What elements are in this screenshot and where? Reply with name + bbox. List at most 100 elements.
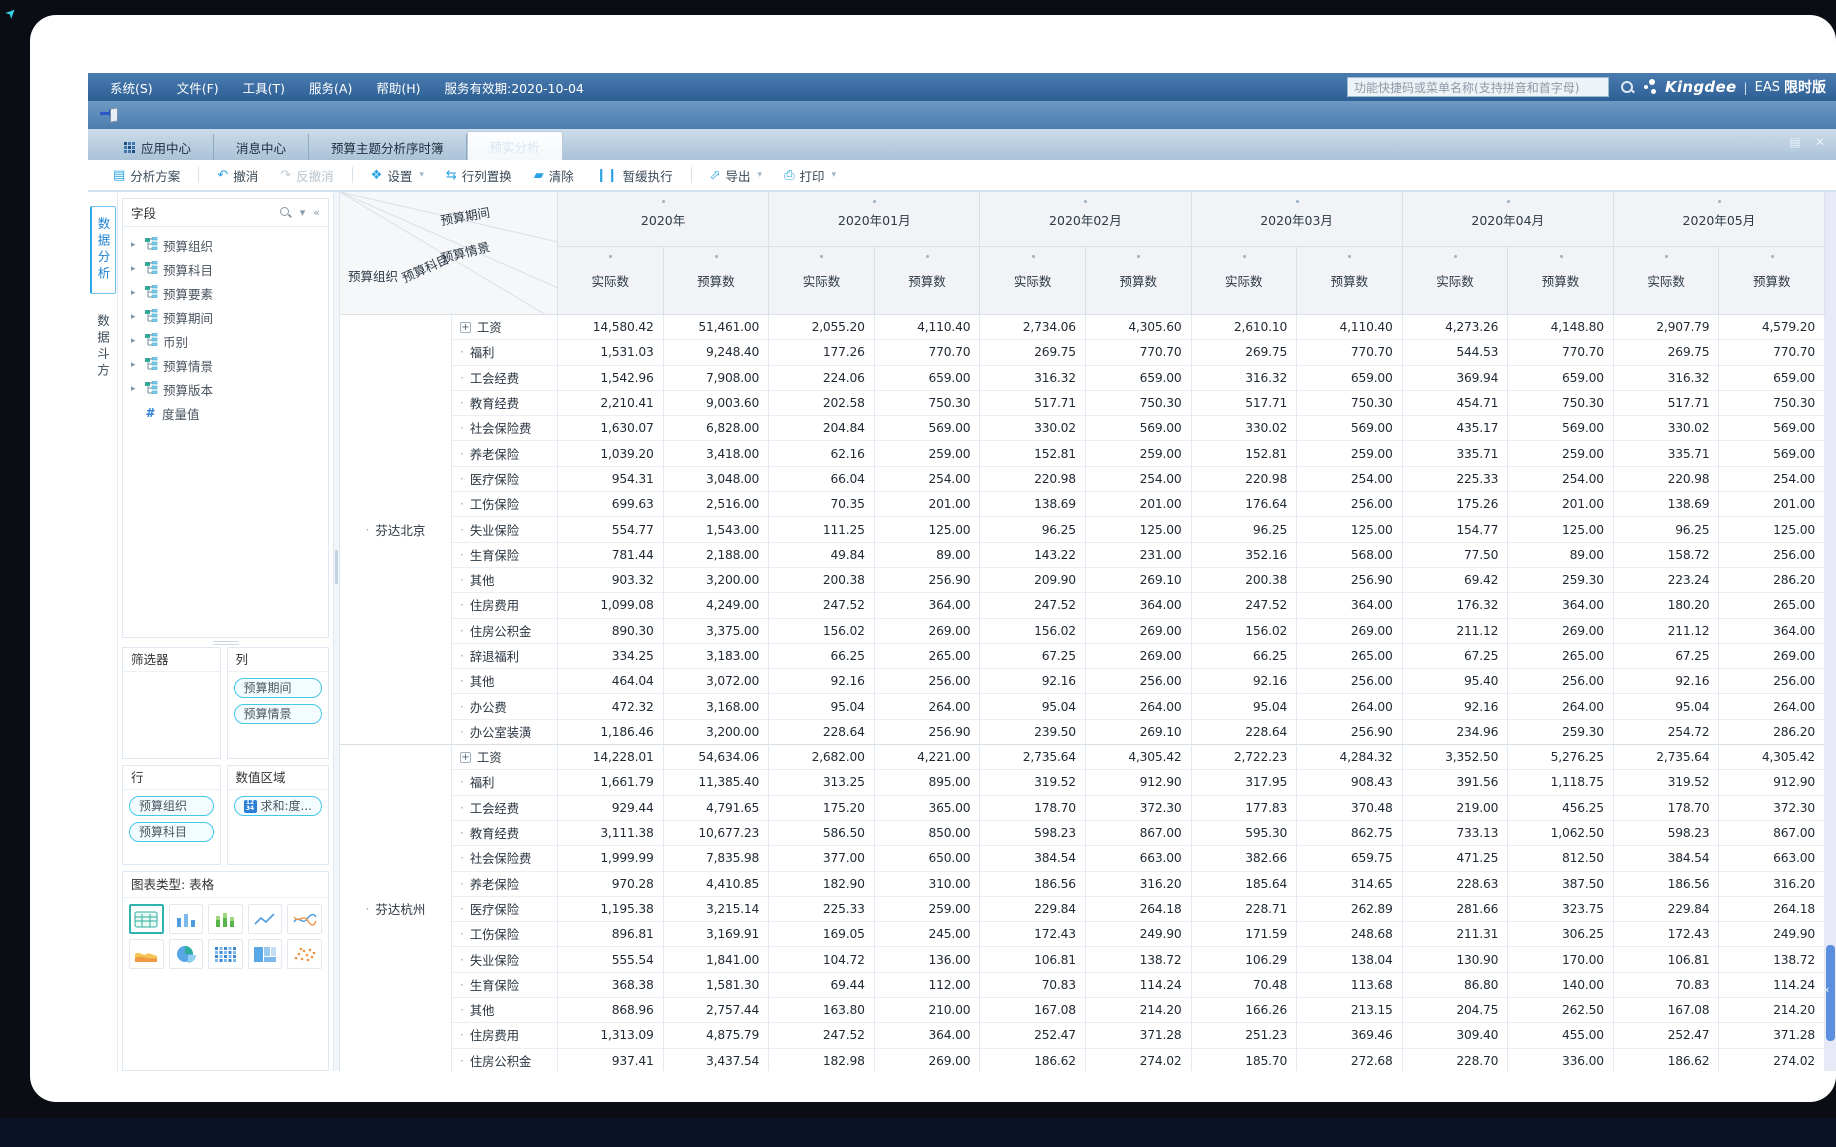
data-cell[interactable]: 569.00 — [1297, 416, 1403, 441]
data-cell[interactable]: 254.00 — [1086, 467, 1192, 492]
expand-plus-icon[interactable]: + — [460, 322, 471, 333]
data-cell[interactable]: 259.00 — [875, 441, 981, 466]
panel-splitter[interactable] — [334, 192, 340, 1071]
data-cell[interactable]: 113.68 — [1297, 973, 1403, 998]
data-cell[interactable]: 4,110.40 — [875, 315, 981, 340]
data-cell[interactable]: 69.44 — [769, 973, 875, 998]
data-cell[interactable]: 319.52 — [980, 770, 1086, 795]
data-cell[interactable]: 7,908.00 — [664, 366, 770, 391]
data-cell[interactable]: 175.20 — [769, 796, 875, 821]
column-header-2020年04月-预算数[interactable]: 预算数 — [1508, 247, 1614, 315]
column-header-2020年05月-预算数[interactable]: 预算数 — [1719, 247, 1825, 315]
data-cell[interactable]: 5,276.25 — [1508, 745, 1614, 770]
search-icon[interactable] — [1619, 79, 1635, 95]
data-cell[interactable]: 200.38 — [769, 568, 875, 593]
data-cell[interactable]: 371.28 — [1719, 1023, 1825, 1048]
data-cell[interactable]: 249.90 — [1719, 922, 1825, 947]
data-cell[interactable]: 868.96 — [558, 998, 664, 1023]
data-cell[interactable]: 264.00 — [1297, 694, 1403, 719]
row-header-养老保险[interactable]: ·养老保险 — [452, 872, 558, 897]
column-group-2020年03月[interactable]: 2020年03月 — [1192, 192, 1403, 247]
data-cell[interactable]: 335.71 — [1403, 441, 1509, 466]
data-cell[interactable]: 86.80 — [1403, 973, 1509, 998]
data-cell[interactable]: 544.53 — [1403, 340, 1509, 365]
data-cell[interactable]: 364.00 — [875, 1023, 981, 1048]
data-cell[interactable]: 3,200.00 — [664, 568, 770, 593]
分析方案-button[interactable]: ▤分析方案 — [104, 163, 189, 187]
data-cell[interactable]: 309.40 — [1403, 1023, 1509, 1048]
data-cell[interactable]: 156.02 — [980, 619, 1086, 644]
data-cell[interactable]: 186.56 — [980, 872, 1086, 897]
data-cell[interactable]: 598.23 — [980, 821, 1086, 846]
data-cell[interactable]: 92.16 — [1403, 694, 1509, 719]
data-cell[interactable]: 364.00 — [1508, 593, 1614, 618]
data-cell[interactable]: 1,543.00 — [664, 517, 770, 542]
data-cell[interactable]: 9,248.40 — [664, 340, 770, 365]
data-cell[interactable]: 269.75 — [980, 340, 1086, 365]
data-cell[interactable]: 663.00 — [1086, 846, 1192, 871]
row-header-社会保险费[interactable]: ·社会保险费 — [452, 416, 558, 441]
row-header-办公室装潢[interactable]: ·办公室装潢 — [452, 720, 558, 745]
data-cell[interactable]: 92.16 — [769, 669, 875, 694]
data-cell[interactable]: 172.43 — [1614, 922, 1720, 947]
dropdown-caret-icon[interactable]: ▾ — [831, 170, 836, 180]
data-cell[interactable]: 2,735.64 — [980, 745, 1086, 770]
data-cell[interactable]: 316.32 — [1192, 366, 1298, 391]
column-header-2020年02月-实际数[interactable]: 实际数 — [980, 247, 1086, 315]
data-cell[interactable]: 186.56 — [1614, 872, 1720, 897]
data-cell[interactable]: 140.00 — [1508, 973, 1614, 998]
data-cell[interactable]: 209.90 — [980, 568, 1086, 593]
column-group-2020年01月[interactable]: 2020年01月 — [769, 192, 980, 247]
data-cell[interactable]: 4,305.42 — [1719, 745, 1825, 770]
data-cell[interactable]: 264.18 — [1086, 897, 1192, 922]
data-cell[interactable]: 4,110.40 — [1297, 315, 1403, 340]
data-cell[interactable]: 569.00 — [875, 416, 981, 441]
expand-arrow-icon[interactable]: ▸ — [131, 264, 139, 274]
chart-type-line-icon[interactable] — [248, 904, 283, 934]
data-cell[interactable]: 89.00 — [875, 543, 981, 568]
row-header-生育保险[interactable]: ·生育保险 — [452, 543, 558, 568]
row-header-养老保险[interactable]: ·养老保险 — [452, 441, 558, 466]
column-header-2020年-实际数[interactable]: 实际数 — [558, 247, 664, 315]
data-cell[interactable]: 247.52 — [1192, 593, 1298, 618]
data-cell[interactable]: 937.41 — [558, 1049, 664, 1071]
field-item-预算期间[interactable]: ▸预算期间 — [127, 305, 324, 329]
column-header-2020年01月-实际数[interactable]: 实际数 — [769, 247, 875, 315]
data-cell[interactable]: 352.16 — [1192, 543, 1298, 568]
data-cell[interactable]: 4,305.42 — [1086, 745, 1192, 770]
data-cell[interactable]: 95.04 — [1614, 694, 1720, 719]
data-cell[interactable]: 3,352.50 — [1403, 745, 1509, 770]
tab-close-icon[interactable]: ✕ — [1812, 135, 1828, 149]
data-cell[interactable]: 4,284.32 — [1297, 745, 1403, 770]
data-cell[interactable]: 10,677.23 — [664, 821, 770, 846]
data-cell[interactable]: 569.00 — [1719, 441, 1825, 466]
data-cell[interactable]: 178.70 — [980, 796, 1086, 821]
expand-arrow-icon[interactable]: ▸ — [131, 240, 139, 250]
data-cell[interactable]: 781.44 — [558, 543, 664, 568]
data-cell[interactable]: 330.02 — [1192, 416, 1298, 441]
field-item-度量值[interactable]: #度量值 — [127, 401, 324, 425]
data-cell[interactable]: 167.08 — [980, 998, 1086, 1023]
data-cell[interactable]: 70.83 — [1614, 973, 1720, 998]
data-cell[interactable]: 372.30 — [1719, 796, 1825, 821]
data-cell[interactable]: 659.00 — [875, 366, 981, 391]
data-cell[interactable]: 251.23 — [1192, 1023, 1298, 1048]
data-cell[interactable]: 106.81 — [980, 947, 1086, 972]
data-cell[interactable]: 158.72 — [1614, 543, 1720, 568]
data-cell[interactable]: 96.25 — [1614, 517, 1720, 542]
column-group-2020年02月[interactable]: 2020年02月 — [980, 192, 1191, 247]
data-cell[interactable]: 106.81 — [1614, 947, 1720, 972]
data-cell[interactable]: 95.40 — [1403, 669, 1509, 694]
data-cell[interactable]: 223.24 — [1614, 568, 1720, 593]
data-cell[interactable]: 200.38 — [1192, 568, 1298, 593]
data-cell[interactable]: 316.32 — [1614, 366, 1720, 391]
row-header-其他[interactable]: ·其他 — [452, 669, 558, 694]
data-cell[interactable]: 169.05 — [769, 922, 875, 947]
data-cell[interactable]: 269.00 — [1086, 619, 1192, 644]
data-cell[interactable]: 125.00 — [1508, 517, 1614, 542]
data-cell[interactable]: 1,661.79 — [558, 770, 664, 795]
row-group-芬达杭州[interactable]: ·芬达杭州 — [340, 745, 452, 1071]
data-cell[interactable]: 220.98 — [980, 467, 1086, 492]
data-cell[interactable]: 384.54 — [1614, 846, 1720, 871]
data-cell[interactable]: 77.50 — [1403, 543, 1509, 568]
